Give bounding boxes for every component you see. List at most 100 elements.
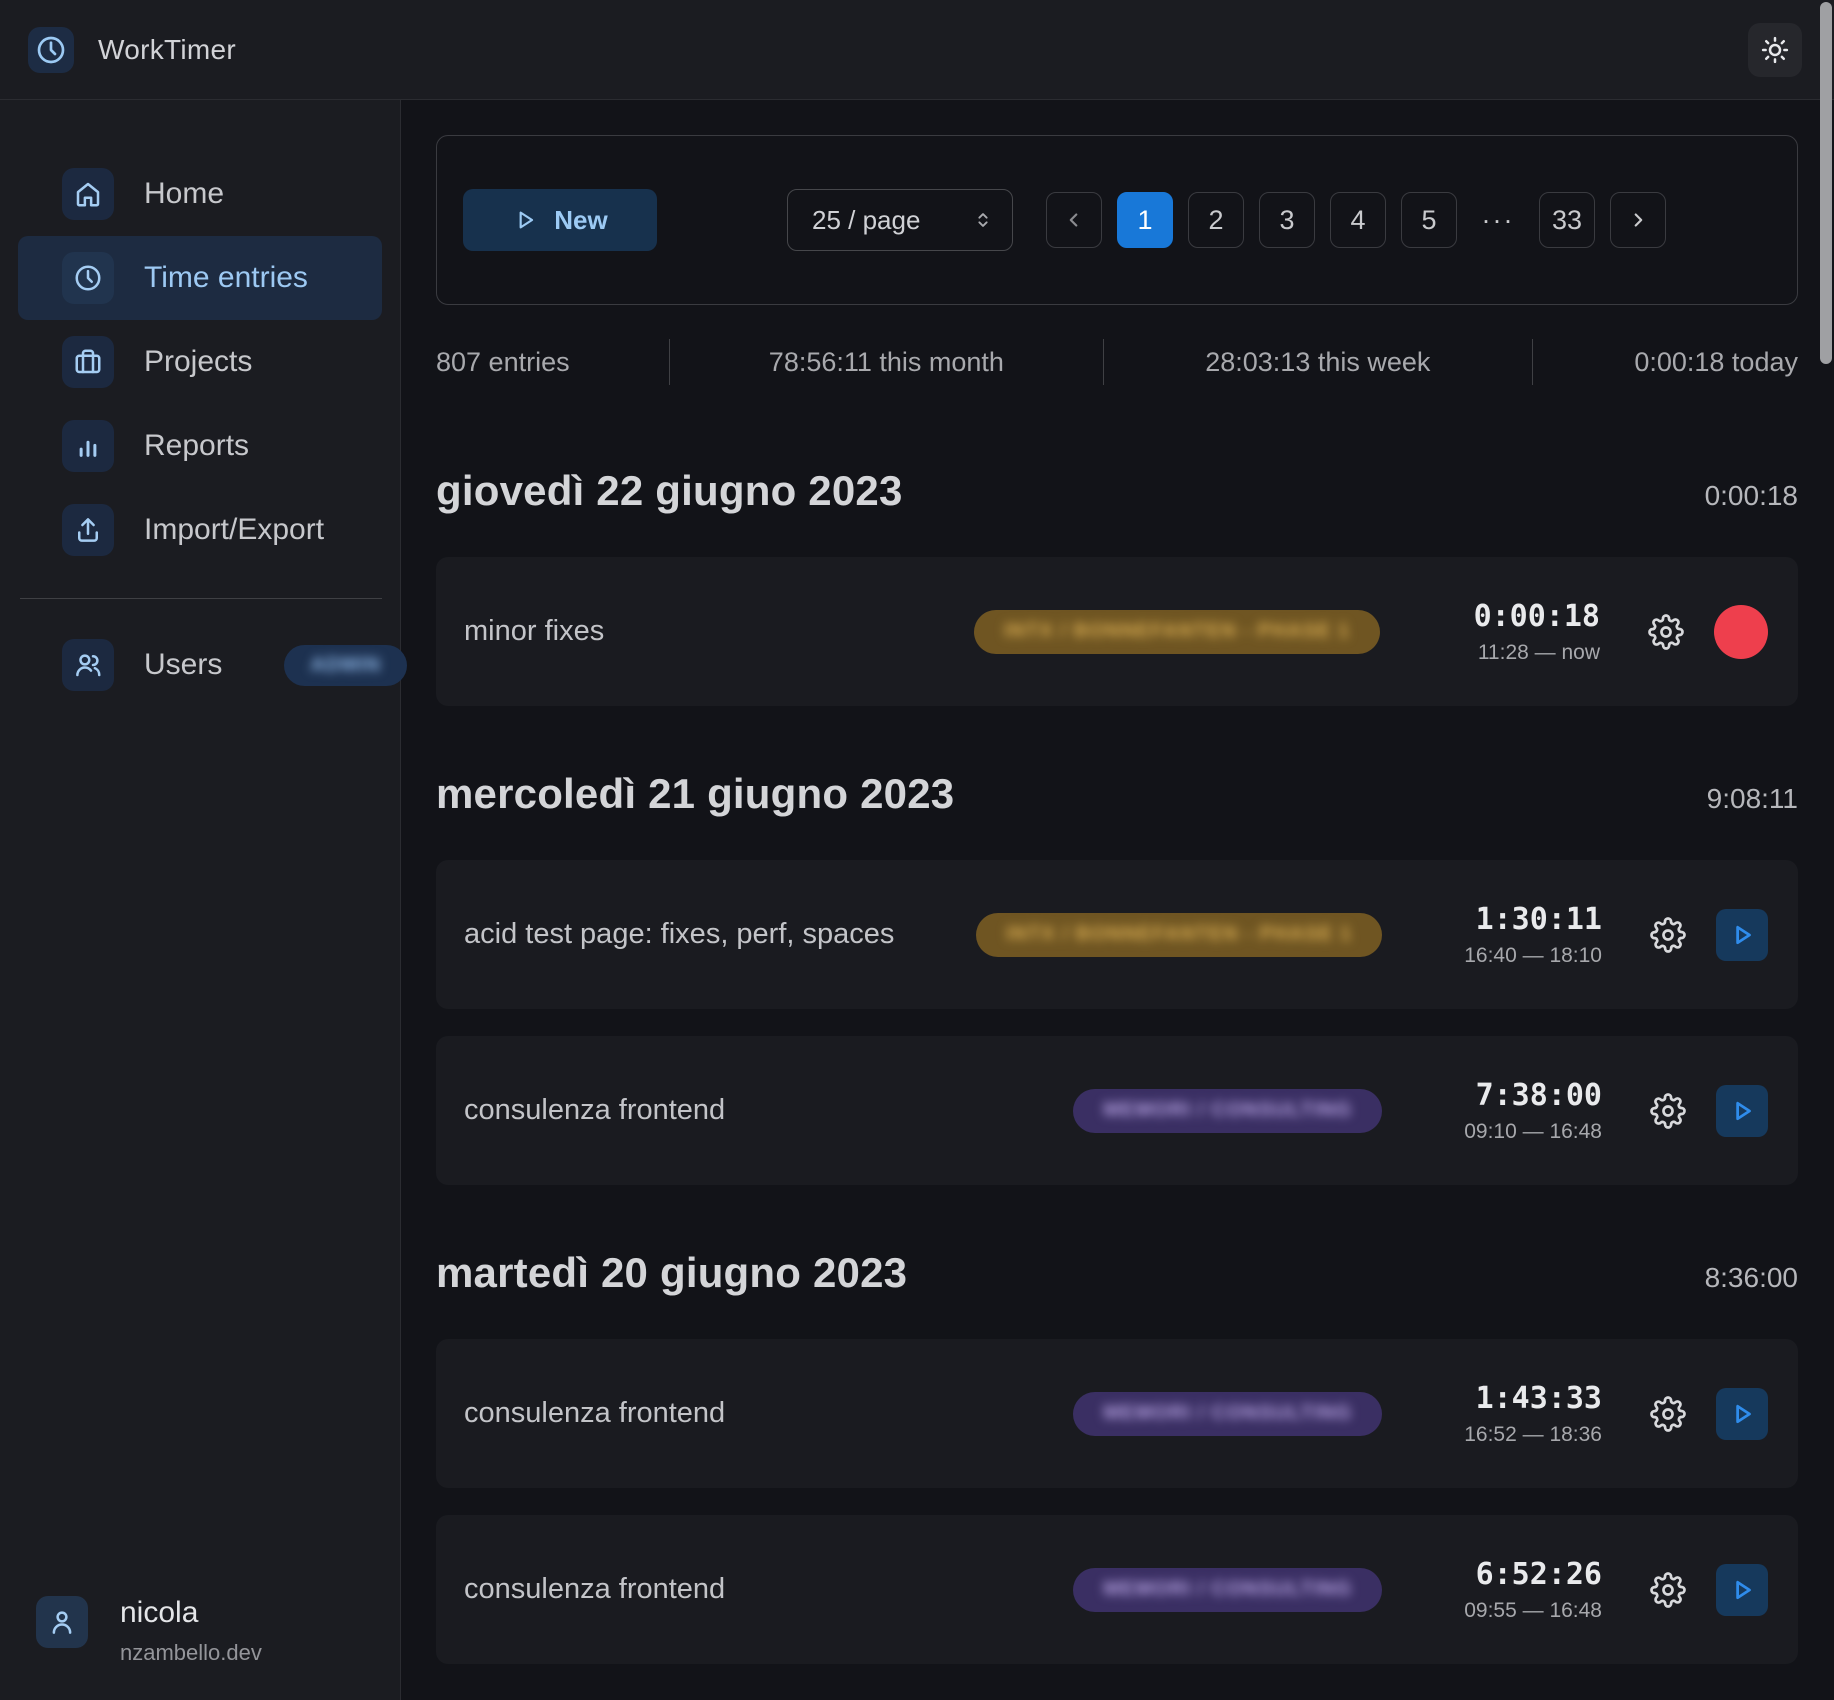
entry-stop-button[interactable] <box>1714 605 1768 659</box>
entry-name: acid test page: fixes, perf, spaces <box>464 918 976 951</box>
page-button-5[interactable]: 5 <box>1401 192 1457 248</box>
play-icon <box>1727 1575 1757 1605</box>
time-entry-card: minor fixes INTX / BONNEFANTEN - PHASE 1… <box>436 557 1798 706</box>
profile-text: nicola nzambello.dev <box>120 1596 262 1666</box>
page-button-3[interactable]: 3 <box>1259 192 1315 248</box>
profile-subtitle: nzambello.dev <box>120 1640 262 1666</box>
entry-name: consulenza frontend <box>464 1094 1073 1127</box>
sidebar-item-label: Projects <box>144 345 252 379</box>
gear-icon <box>1650 1396 1686 1432</box>
day-header: mercoledì 21 giugno 2023 9:08:11 <box>436 770 1798 818</box>
entry-list: minor fixes INTX / BONNEFANTEN - PHASE 1… <box>436 557 1798 706</box>
stat-total-entries: 807 entries <box>436 347 669 378</box>
day-group: mercoledì 21 giugno 2023 9:08:11 acid te… <box>436 770 1798 1185</box>
entry-play-button[interactable] <box>1716 1564 1768 1616</box>
project-badge-label: INTX / BONNEFANTEN - PHASE 1 <box>1004 620 1350 643</box>
project-badge-label: MEMORI / CONSULTING <box>1103 1578 1352 1601</box>
stat-this-month: 78:56:11 this month <box>670 347 1103 378</box>
app-title: WorkTimer <box>98 34 236 66</box>
sidebar-item-projects[interactable]: Projects <box>18 320 382 404</box>
project-badge-label: MEMORI / CONSULTING <box>1103 1099 1352 1122</box>
entry-list: acid test page: fixes, perf, spaces INTX… <box>436 860 1798 1185</box>
entry-play-button[interactable] <box>1716 909 1768 961</box>
project-badge[interactable]: INTX / BONNEFANTEN - PHASE 1 <box>974 610 1380 654</box>
sidebar-divider <box>20 598 382 599</box>
pager: 1 2 3 4 5 ··· 33 <box>1046 192 1666 248</box>
project-badge-label: INTX / BONNEFANTEN - PHASE 1 <box>1006 923 1352 946</box>
entry-play-button[interactable] <box>1716 1085 1768 1137</box>
entry-time-range: 16:52 — 18:36 <box>1464 1423 1602 1447</box>
project-badge-label: MEMORI / CONSULTING <box>1103 1402 1352 1425</box>
entry-duration: 0:00:18 <box>1474 599 1600 634</box>
sidebar-item-label: Import/Export <box>144 513 324 547</box>
project-badge[interactable]: MEMORI / CONSULTING <box>1073 1089 1382 1133</box>
day-title: mercoledì 21 giugno 2023 <box>436 770 954 818</box>
project-badge[interactable]: MEMORI / CONSULTING <box>1073 1392 1382 1436</box>
page-button-1[interactable]: 1 <box>1117 192 1173 248</box>
sidebar-item-label: Reports <box>144 429 249 463</box>
gear-icon <box>1650 917 1686 953</box>
profile-section[interactable]: nicola nzambello.dev <box>36 1596 262 1666</box>
users-icon <box>62 639 114 691</box>
entry-times: 6:52:26 09:55 — 16:48 <box>1422 1557 1602 1623</box>
clock-icon <box>62 252 114 304</box>
entry-times: 1:43:33 16:52 — 18:36 <box>1422 1381 1602 1447</box>
entry-play-button[interactable] <box>1716 1388 1768 1440</box>
user-icon <box>36 1596 88 1648</box>
stat-today: 0:00:18 today <box>1533 347 1798 378</box>
sidebar-item-users[interactable]: Users ADMIN <box>18 623 382 707</box>
sun-icon <box>1760 35 1790 65</box>
project-badge[interactable]: MEMORI / CONSULTING <box>1073 1568 1382 1612</box>
sidebar-item-label: Time entries <box>144 261 308 295</box>
chevron-left-icon <box>1063 209 1085 231</box>
sidebar-item-import-export[interactable]: Import/Export <box>18 488 382 572</box>
main-content: New 25 / page 1 2 3 4 5 ··· 33 <box>401 100 1834 1700</box>
page-button-2[interactable]: 2 <box>1188 192 1244 248</box>
app-logo <box>28 27 74 73</box>
sidebar-item-time-entries[interactable]: Time entries <box>18 236 382 320</box>
entry-times: 7:38:00 09:10 — 16:48 <box>1422 1078 1602 1144</box>
day-groups: giovedì 22 giugno 2023 0:00:18 minor fix… <box>436 467 1798 1664</box>
new-entry-button[interactable]: New <box>463 189 657 251</box>
gear-icon <box>1648 614 1684 650</box>
sidebar-item-label: Home <box>144 177 224 211</box>
prev-page-button[interactable] <box>1046 192 1102 248</box>
entry-name: consulenza frontend <box>464 1573 1073 1606</box>
entry-settings-button[interactable] <box>1648 915 1688 955</box>
day-total: 8:36:00 <box>1705 1262 1798 1294</box>
admin-badge: ADMIN <box>284 645 407 686</box>
play-icon <box>1727 1096 1757 1126</box>
sidebar-item-reports[interactable]: Reports <box>18 404 382 488</box>
play-icon <box>1727 920 1757 950</box>
sidebar-item-label: Users <box>144 648 222 682</box>
entry-duration: 7:38:00 <box>1476 1078 1602 1113</box>
entry-list: consulenza frontend MEMORI / CONSULTING … <box>436 1339 1798 1664</box>
entry-duration: 6:52:26 <box>1476 1557 1602 1592</box>
stat-this-week: 28:03:13 this week <box>1104 347 1532 378</box>
home-icon <box>62 168 114 220</box>
entry-time-range: 09:55 — 16:48 <box>1464 1599 1602 1623</box>
entry-settings-button[interactable] <box>1648 1091 1688 1131</box>
sidebar-item-home[interactable]: Home <box>18 152 382 236</box>
entry-time-range: 09:10 — 16:48 <box>1464 1120 1602 1144</box>
entry-settings-button[interactable] <box>1648 1570 1688 1610</box>
time-entry-card: acid test page: fixes, perf, spaces INTX… <box>436 860 1798 1009</box>
entry-duration: 1:43:33 <box>1476 1381 1602 1416</box>
entry-times: 0:00:18 11:28 — now <box>1420 599 1600 665</box>
page-button-last[interactable]: 33 <box>1539 192 1595 248</box>
page-size-value: 25 / page <box>812 205 920 236</box>
page-size-select[interactable]: 25 / page <box>787 189 1013 251</box>
project-badge[interactable]: INTX / BONNEFANTEN - PHASE 1 <box>976 913 1382 957</box>
sidebar: Home Time entries Projects Reports Impor… <box>0 100 401 1700</box>
page-button-4[interactable]: 4 <box>1330 192 1386 248</box>
entry-time-range: 11:28 — now <box>1478 641 1600 665</box>
entry-name: minor fixes <box>464 615 974 648</box>
play-icon <box>512 207 538 233</box>
profile-name: nicola <box>120 1596 262 1630</box>
theme-toggle-button[interactable] <box>1748 23 1802 77</box>
next-page-button[interactable] <box>1610 192 1666 248</box>
entry-settings-button[interactable] <box>1646 612 1686 652</box>
entry-settings-button[interactable] <box>1648 1394 1688 1434</box>
scrollbar-thumb[interactable] <box>1820 2 1832 364</box>
time-entry-card: consulenza frontend MEMORI / CONSULTING … <box>436 1339 1798 1488</box>
